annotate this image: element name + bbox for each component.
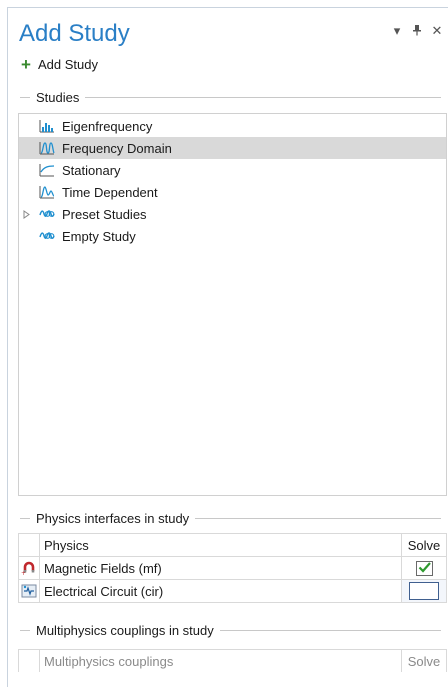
studies-section-header[interactable]: Studies: [20, 90, 441, 105]
tree-item-eigenfrequency[interactable]: Eigenfrequency: [19, 115, 446, 137]
column-header-solve[interactable]: Solve: [401, 534, 446, 556]
expand-arrow-icon[interactable]: [21, 208, 31, 220]
close-icon[interactable]: ✕: [431, 24, 443, 39]
physics-header-label: Physics interfaces in study: [36, 511, 190, 526]
physics-table[interactable]: Physics Solve + Magnetic Fields (mf) Ele…: [18, 533, 447, 603]
tree-item-label: Eigenfrequency: [62, 118, 153, 134]
tree-item-time-dependent[interactable]: Time Dependent: [19, 181, 446, 203]
physics-table-header: Physics Solve: [19, 534, 446, 557]
tree-item-label: Preset Studies: [62, 206, 147, 222]
svg-text:+: +: [21, 570, 26, 576]
table-row[interactable]: + Magnetic Fields (mf): [19, 557, 446, 580]
column-header-multiphysics-couplings[interactable]: Multiphysics couplings: [40, 650, 401, 672]
preset-studies-icon: [38, 206, 56, 222]
empty-study-icon: [38, 228, 56, 244]
add-study-button[interactable]: + Add Study: [20, 54, 98, 74]
physics-section-header[interactable]: Physics interfaces in study: [20, 511, 441, 526]
solve-checkbox-checked[interactable]: [415, 560, 433, 576]
solve-checkbox-unchecked[interactable]: [409, 582, 439, 600]
table-row[interactable]: Electrical Circuit (cir): [19, 580, 446, 603]
multiphysics-section-header[interactable]: Multiphysics couplings in study: [20, 623, 441, 638]
tree-item-label: Time Dependent: [62, 184, 158, 200]
eigenfrequency-icon: [38, 118, 56, 134]
solve-cell: [401, 580, 446, 602]
physics-label: Electrical Circuit (cir): [44, 583, 164, 599]
add-study-button-label: Add Study: [38, 57, 98, 72]
physics-label: Magnetic Fields (mf): [44, 560, 162, 576]
tree-item-label: Empty Study: [62, 228, 136, 244]
time-dependent-icon: [38, 184, 56, 200]
window-title: Add Study: [19, 20, 130, 47]
tree-item-stationary[interactable]: Stationary: [19, 159, 446, 181]
tree-item-empty-study[interactable]: Empty Study: [19, 225, 446, 247]
studies-header-label: Studies: [36, 90, 80, 105]
tree-item-frequency-domain[interactable]: Frequency Domain: [19, 137, 446, 159]
multiphysics-table-header: Multiphysics couplings Solve: [19, 650, 446, 672]
multiphysics-header-label: Multiphysics couplings in study: [36, 623, 214, 638]
tree-item-label: Stationary: [62, 162, 121, 178]
magnetic-fields-icon: +: [19, 557, 40, 579]
plus-icon: +: [21, 54, 31, 74]
add-study-window: Add Study ▾ ✕ + Add Study Studies Eigenf…: [7, 7, 448, 687]
frequency-domain-icon: [38, 140, 56, 156]
window-controls: ▾ ✕: [391, 24, 443, 39]
studies-tree[interactable]: Eigenfrequency Frequency Domain Stationa…: [18, 113, 447, 496]
dropdown-icon[interactable]: ▾: [391, 24, 403, 39]
column-header-solve[interactable]: Solve: [401, 650, 446, 672]
stationary-icon: [38, 162, 56, 178]
electrical-circuit-icon: [19, 580, 40, 602]
pin-icon[interactable]: [411, 24, 423, 39]
solve-cell: [401, 557, 446, 579]
column-header-physics[interactable]: Physics: [40, 534, 401, 556]
checkmark-icon: [418, 561, 431, 573]
tree-item-label: Frequency Domain: [62, 140, 172, 156]
tree-item-preset-studies[interactable]: Preset Studies: [19, 203, 446, 225]
multiphysics-table[interactable]: Multiphysics couplings Solve: [18, 649, 447, 672]
